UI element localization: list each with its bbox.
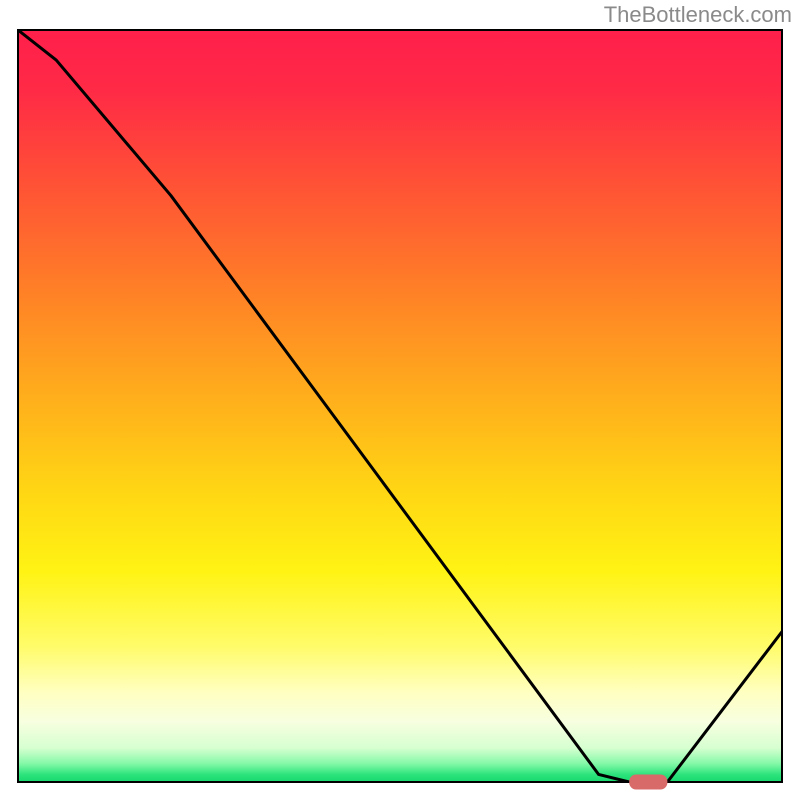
chart-container: TheBottleneck.com (0, 0, 800, 800)
gradient-background (18, 30, 782, 782)
plot-area (18, 30, 782, 790)
optimal-marker (629, 775, 667, 790)
bottleneck-chart (0, 0, 800, 800)
